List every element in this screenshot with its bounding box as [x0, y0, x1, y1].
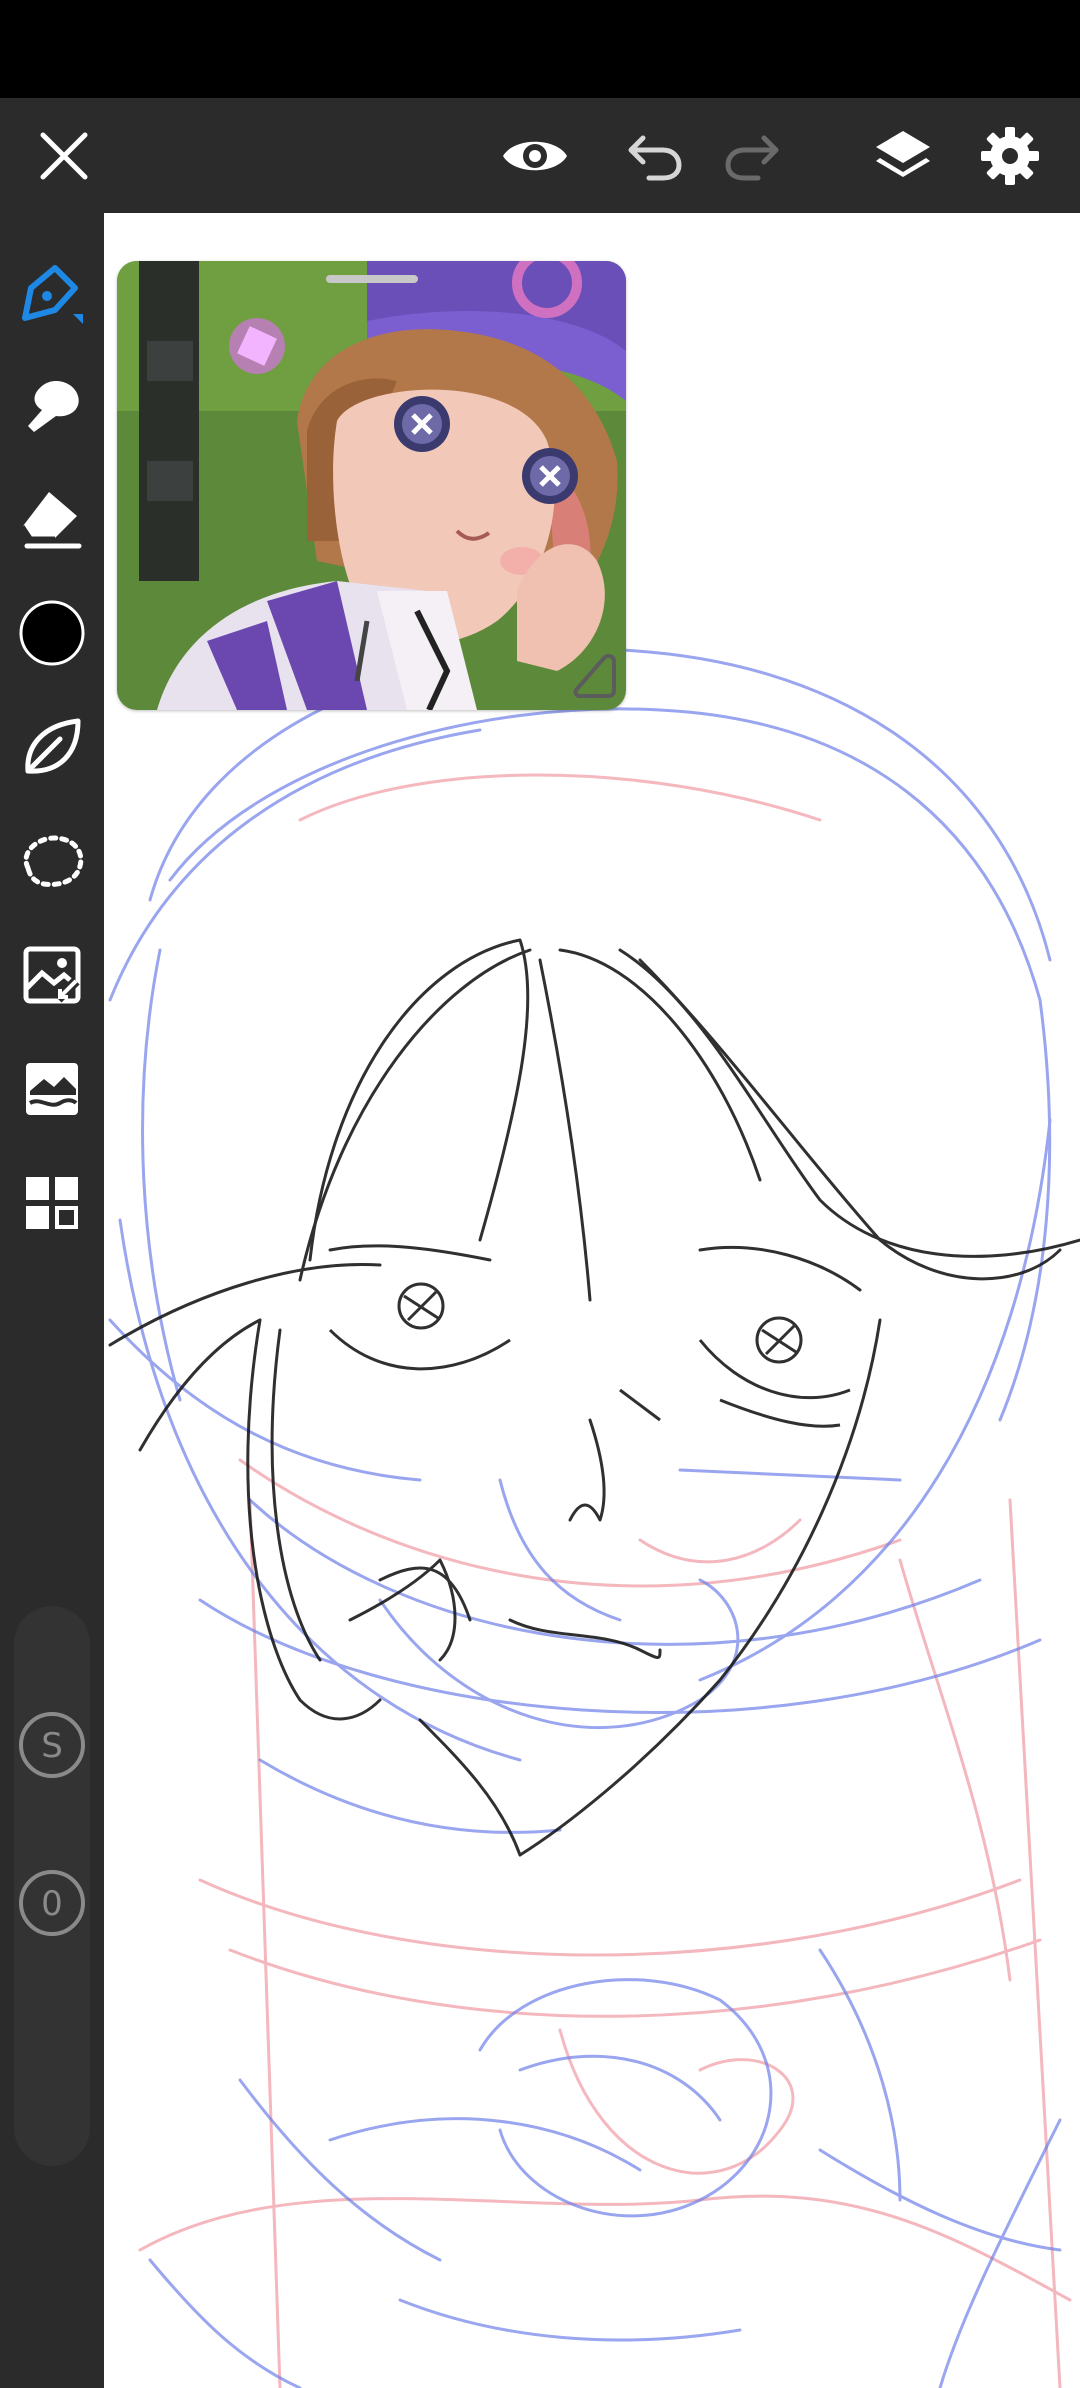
layers-button[interactable] — [853, 98, 953, 213]
leaf-fill-icon — [25, 718, 81, 774]
left-toolbar: S 0 — [0, 213, 104, 2388]
close-icon — [40, 132, 88, 179]
grid-menu-icon — [26, 1177, 78, 1229]
fill-tool[interactable] — [0, 697, 104, 797]
gear-icon — [981, 126, 1039, 185]
reference-drag-handle[interactable] — [326, 275, 418, 283]
eraser-tool[interactable] — [0, 469, 104, 569]
close-button[interactable] — [14, 98, 114, 213]
undo-button[interactable] — [605, 98, 705, 213]
undo-icon — [628, 135, 682, 180]
reference-image-icon — [26, 1063, 78, 1115]
redo-icon — [725, 135, 779, 180]
svg-text:0: 0 — [41, 1884, 63, 1924]
lasso-select-icon — [23, 835, 84, 887]
color-swatch — [19, 600, 85, 666]
reference-image-window[interactable] — [117, 261, 626, 710]
smudge-tool[interactable] — [0, 356, 104, 456]
image-adjust-tool[interactable] — [0, 925, 104, 1025]
pen-brush-icon — [22, 265, 83, 324]
opacity-badge-icon: 0 — [19, 1870, 85, 1936]
opacity-badge[interactable]: 0 — [0, 1853, 104, 1953]
settings-button[interactable] — [960, 98, 1060, 213]
eraser-icon — [21, 492, 82, 549]
svg-text:S: S — [41, 1726, 63, 1766]
layers-icon — [876, 130, 930, 177]
redo-button[interactable] — [702, 98, 802, 213]
eye-icon — [503, 141, 567, 170]
size-badge[interactable]: S — [0, 1695, 104, 1795]
preview-button[interactable] — [485, 98, 585, 213]
status-bar — [0, 0, 1080, 98]
color-picker[interactable] — [0, 583, 104, 683]
reference-tool[interactable] — [0, 1039, 104, 1139]
smudge-icon — [28, 381, 79, 432]
image-adjust-icon — [23, 946, 81, 1004]
selection-tool[interactable] — [0, 811, 104, 911]
top-toolbar — [0, 98, 1080, 213]
reference-resize-handle[interactable] — [564, 648, 620, 704]
brush-tool[interactable] — [0, 243, 104, 343]
size-badge-icon: S — [19, 1712, 85, 1778]
more-tools-button[interactable] — [0, 1153, 104, 1253]
reference-image — [117, 261, 626, 710]
resize-corner-icon — [573, 653, 616, 698]
